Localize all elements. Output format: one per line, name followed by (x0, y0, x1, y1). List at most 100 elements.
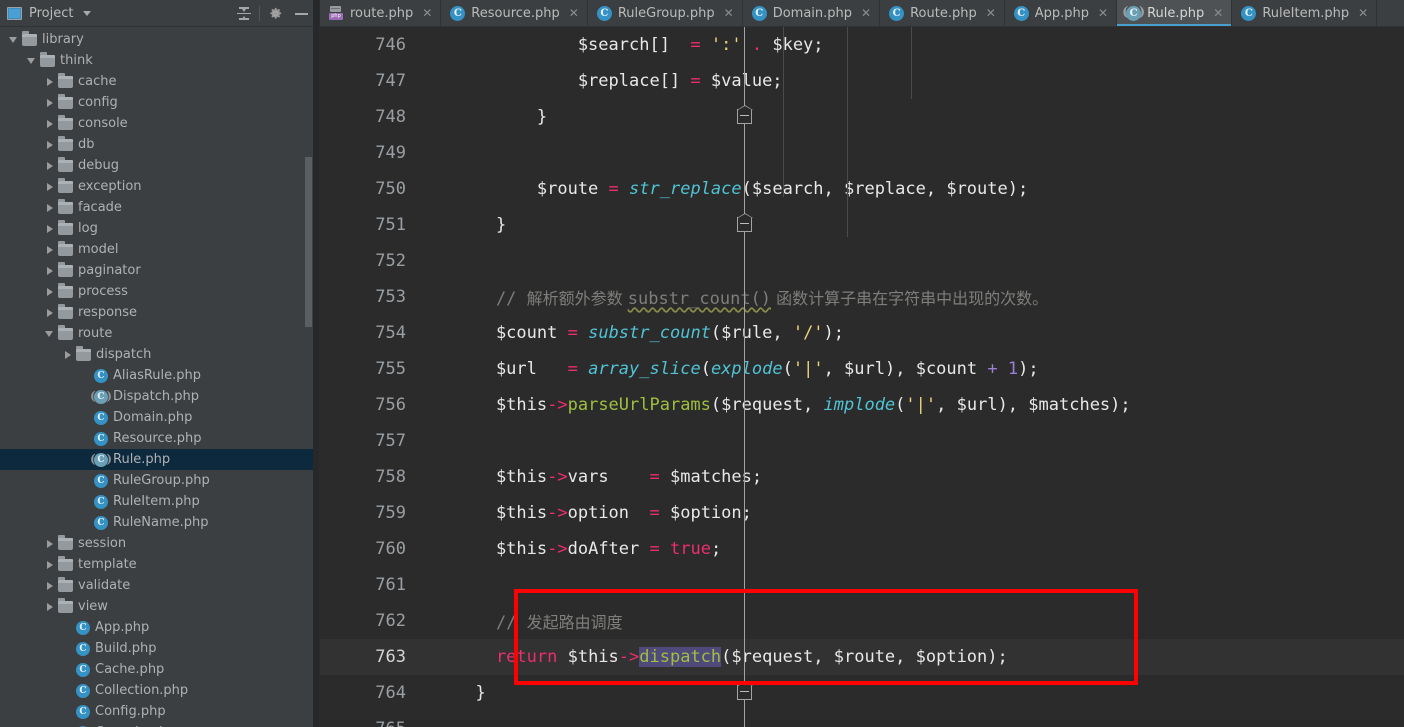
tree-folder-row[interactable]: process (0, 281, 320, 302)
close-icon[interactable]: ✕ (422, 7, 432, 19)
close-icon[interactable]: ✕ (861, 7, 871, 19)
editor-tab[interactable]: C Route.php ✕ (880, 0, 1005, 26)
code-line[interactable]: 758 $this->vars = $matches; (320, 459, 1404, 495)
chevron-right-icon[interactable] (44, 76, 55, 87)
chevron-right-icon[interactable] (44, 202, 55, 213)
tree-folder-row[interactable]: paginator (0, 260, 320, 281)
tree-folder-row[interactable]: validate (0, 575, 320, 596)
tree-folder-row[interactable]: template (0, 554, 320, 575)
close-icon[interactable]: ✕ (724, 7, 734, 19)
tree-file-row[interactable]: C App.php (0, 617, 320, 638)
code-line[interactable]: 746 $search[] = ':' . $key; (320, 27, 1404, 63)
editor-tab[interactable]: CRule.php ✕ (1117, 0, 1233, 26)
tree-file-row[interactable]: C Domain.php (0, 407, 320, 428)
code-line[interactable]: 753 // 解析额外参数 substr_count() 函数计算子串在字符串中… (320, 279, 1404, 315)
tree-file-row[interactable]: CDispatch.php (0, 386, 320, 407)
tree-folder-row[interactable]: response (0, 302, 320, 323)
tree-file-row[interactable]: C Resource.php (0, 428, 320, 449)
project-title-group[interactable]: Project (7, 6, 92, 21)
tree-folder-row[interactable]: debug (0, 155, 320, 176)
chevron-right-icon[interactable] (62, 349, 73, 360)
fold-marker-collapse[interactable] (737, 105, 753, 124)
tree-folder-row[interactable]: model (0, 239, 320, 260)
chevron-right-icon[interactable] (44, 244, 55, 255)
close-icon[interactable]: ✕ (986, 7, 996, 19)
chevron-right-icon[interactable] (44, 538, 55, 549)
chevron-right-icon[interactable] (44, 223, 55, 234)
project-tree[interactable]: library think cache config console db debug exc… (0, 27, 320, 727)
code-line[interactable]: 762 // 发起路由调度 (320, 603, 1404, 639)
code-line[interactable]: 761 (320, 567, 1404, 603)
code-line[interactable]: 756 $this->parseUrlParams($request, impl… (320, 387, 1404, 423)
tree-file-row[interactable]: CConsole.php (0, 722, 320, 727)
chevron-right-icon[interactable] (44, 265, 55, 276)
tree-folder-row[interactable]: library (0, 29, 320, 50)
chevron-right-icon[interactable] (44, 601, 55, 612)
chevron-right-icon[interactable] (44, 286, 55, 297)
fold-marker-collapse[interactable] (737, 213, 753, 232)
code-line[interactable]: 760 $this->doAfter = true; (320, 531, 1404, 567)
chevron-right-icon[interactable] (44, 160, 55, 171)
code-line[interactable]: 751 } (320, 207, 1404, 243)
tree-file-row[interactable]: C RuleName.php (0, 512, 320, 533)
chevron-right-icon[interactable] (44, 580, 55, 591)
code-line[interactable]: 747 $replace[] = $value; (320, 63, 1404, 99)
tree-folder-row[interactable]: facade (0, 197, 320, 218)
tree-file-row[interactable]: C RuleGroup.php (0, 470, 320, 491)
chevron-right-icon[interactable] (44, 118, 55, 129)
sidebar-scrollbar-thumb[interactable] (305, 157, 312, 327)
tree-folder-row[interactable]: db (0, 134, 320, 155)
chevron-right-icon[interactable] (44, 181, 55, 192)
code-viewport[interactable]: 746 $search[] = ':' . $key; 747 $replace… (320, 27, 1404, 727)
tree-folder-row[interactable]: view (0, 596, 320, 617)
tree-folder-row[interactable]: dispatch (0, 344, 320, 365)
code-line-current[interactable]: 763 return $this->dispatch($request, $ro… (320, 639, 1404, 675)
chevron-down-icon[interactable] (26, 55, 37, 66)
chevron-right-icon[interactable] (44, 559, 55, 570)
code-line[interactable]: 765 (320, 711, 1404, 727)
tree-file-row[interactable]: C AliasRule.php (0, 365, 320, 386)
tree-file-row[interactable]: C Cache.php (0, 659, 320, 680)
chevron-right-icon[interactable] (44, 139, 55, 150)
chevron-right-icon[interactable] (44, 307, 55, 318)
code-line[interactable]: 750 $route = str_replace($search, $repla… (320, 171, 1404, 207)
editor-tab[interactable]: C App.php ✕ (1004, 0, 1118, 26)
tree-folder-row[interactable]: config (0, 92, 320, 113)
code-line[interactable]: 755 $url = array_slice(explode('|', $url… (320, 351, 1404, 387)
code-line[interactable]: 752 (320, 243, 1404, 279)
code-line[interactable]: 759 $this->option = $option; (320, 495, 1404, 531)
tree-file-row[interactable]: C Collection.php (0, 680, 320, 701)
hide-panel-button[interactable] (288, 1, 314, 27)
code-line[interactable]: 754 $count = substr_count($rule, '/'); (320, 315, 1404, 351)
close-icon[interactable]: ✕ (1213, 7, 1223, 19)
editor-tab[interactable]: C Resource.php ✕ (441, 0, 588, 26)
editor-tab[interactable]: C RuleItem.php ✕ (1232, 0, 1378, 26)
tree-file-row[interactable]: C RuleItem.php (0, 491, 320, 512)
code-line[interactable]: 764 } (320, 675, 1404, 711)
settings-button[interactable] (262, 1, 288, 27)
close-icon[interactable]: ✕ (1098, 7, 1108, 19)
editor-tab[interactable]: php route.php ✕ (320, 0, 442, 26)
tree-folder-row[interactable]: log (0, 218, 320, 239)
editor-tab[interactable]: C Domain.php ✕ (742, 0, 881, 26)
collapse-all-button[interactable] (231, 1, 257, 27)
close-icon[interactable]: ✕ (1358, 7, 1368, 19)
close-icon[interactable]: ✕ (569, 7, 579, 19)
chevron-down-icon[interactable] (44, 328, 55, 339)
tree-folder-row[interactable]: route (0, 323, 320, 344)
code-line[interactable]: 757 (320, 423, 1404, 459)
tree-folder-row[interactable]: cache (0, 71, 320, 92)
tree-folder-row[interactable]: think (0, 50, 320, 71)
tree-file-row[interactable]: C Build.php (0, 638, 320, 659)
editor-tab[interactable]: C RuleGroup.php ✕ (587, 0, 743, 26)
tree-folder-row[interactable]: console (0, 113, 320, 134)
code-line[interactable]: 748 } (320, 99, 1404, 135)
tree-file-row[interactable]: C Config.php (0, 701, 320, 722)
chevron-right-icon[interactable] (44, 97, 55, 108)
chevron-down-icon[interactable] (8, 34, 19, 45)
tree-file-row[interactable]: CRule.php (0, 449, 320, 470)
fold-marker-collapse[interactable] (737, 681, 753, 700)
tree-folder-row[interactable]: exception (0, 176, 320, 197)
code-line[interactable]: 749 (320, 135, 1404, 171)
chevron-down-icon[interactable] (83, 10, 92, 16)
